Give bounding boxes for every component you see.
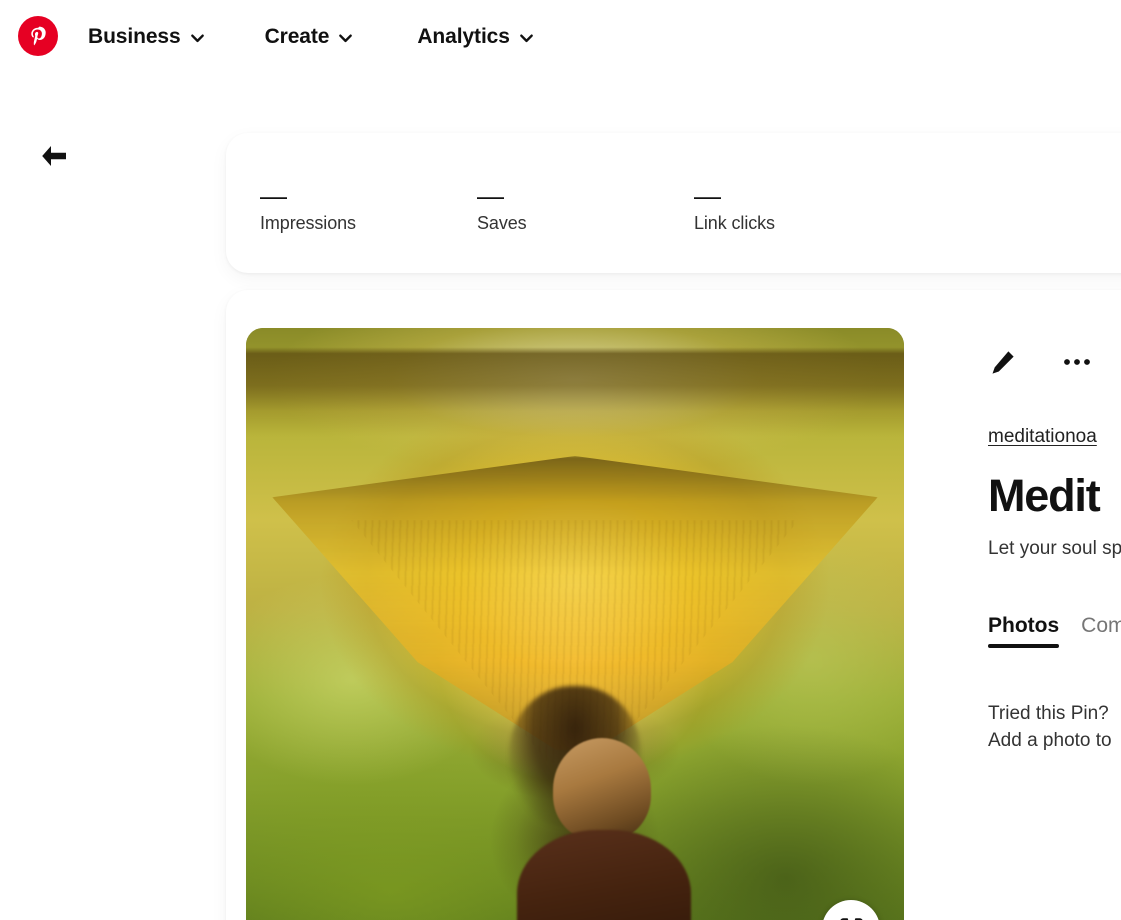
pin-action-row [988,342,1121,382]
metric-impressions-label: Impressions [260,213,356,233]
top-navigation-bar: Business Create Analytics [0,0,1121,74]
pin-source-link[interactable]: meditationoa [988,426,1097,448]
edit-pin-button[interactable] [988,347,1018,377]
nav-item-create[interactable]: Create [261,14,358,60]
nav-item-business[interactable]: Business [84,14,209,60]
chevron-down-icon [519,34,533,43]
metric-saves[interactable]: — Saves [477,181,694,235]
back-arrow-icon [42,146,66,166]
nav-item-create-label: Create [264,25,330,48]
pinterest-logo-icon[interactable] [18,16,58,56]
tab-photos[interactable]: Photos [988,614,1060,648]
tried-this-pin-line2: Add a photo to [988,730,1112,751]
more-options-button[interactable] [1062,347,1092,377]
metric-impressions-value: — [260,181,287,211]
metric-link-clicks-value: — [694,181,721,211]
monk-figure [509,737,706,920]
metric-saves-label: Saves [477,213,527,233]
pinterest-pin-analytics-page: Business Create Analytics — Impressions … [0,0,1121,920]
chevron-down-icon [190,34,204,43]
metric-link-clicks-label: Link clicks [694,213,775,233]
metrics-row: — Impressions — Saves — Link clicks [260,181,911,235]
nav-item-analytics-label: Analytics [417,25,510,48]
nav-item-business-label: Business [88,25,181,48]
back-button[interactable] [36,138,72,174]
edit-pencil-icon [992,351,1014,374]
metric-link-clicks[interactable]: — Link clicks [694,181,911,235]
pin-stats-card: — Impressions — Saves — Link clicks [226,133,1121,273]
tried-this-pin-prompt: Tried this Pin? Add a photo to [988,700,1121,754]
pin-detail-card: Quite the mind [226,290,1121,920]
pin-detail-panel: meditationoa Medit Let your soul sp Phot… [988,328,1121,920]
pin-description: Let your soul sp [988,538,1121,559]
pin-tabs: Photos Com [988,614,1121,648]
visual-search-lens-icon [839,917,863,920]
chevron-down-icon [339,34,353,43]
tab-comments[interactable]: Com [1081,614,1121,648]
nav-item-analytics[interactable]: Analytics [413,14,537,60]
metric-impressions[interactable]: — Impressions [260,181,477,235]
tried-this-pin-line1: Tried this Pin? [988,703,1109,724]
more-options-icon [1064,359,1090,365]
metric-saves-value: — [477,181,504,211]
pin-image[interactable]: Quite the mind [246,328,904,920]
pin-title: Medit [988,470,1101,521]
monk-head [552,737,652,842]
monk-robe [517,829,691,920]
